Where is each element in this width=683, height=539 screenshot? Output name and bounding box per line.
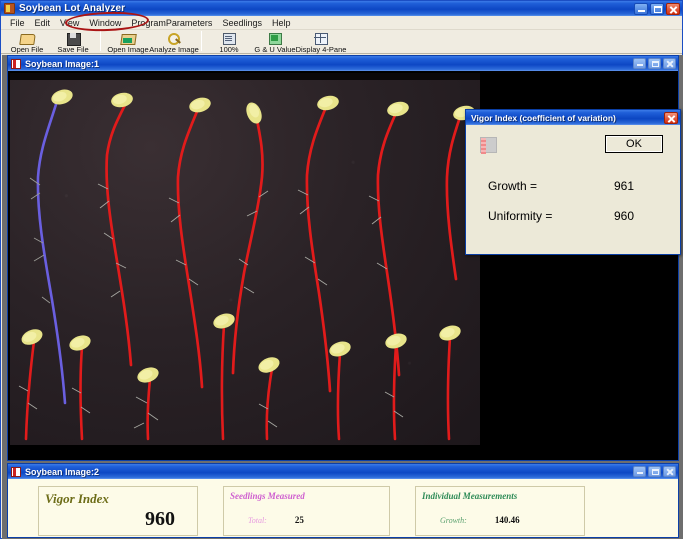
open-image-icon (120, 31, 136, 45)
menu-item-edit[interactable]: Edit (30, 16, 56, 30)
seedling-overlay (18, 86, 477, 441)
open-file-button[interactable]: Open File (4, 30, 50, 54)
toolbar-group-file: Open File Save File (4, 30, 96, 54)
individual-growth-label: Growth: (440, 516, 467, 525)
window-controls (634, 2, 680, 15)
seedling-photograph (10, 73, 480, 445)
menu-item-seedlings[interactable]: Seedlings (217, 16, 267, 30)
application-screenshot: Soybean Lot Analyzer File Edit View Wind… (0, 0, 683, 539)
menu-item-file[interactable]: File (5, 16, 30, 30)
toolbar-separator-2 (201, 31, 202, 51)
dialog-row-uniformity: Uniformity = 960 (488, 209, 668, 223)
open-image-button[interactable]: Open Image (105, 30, 151, 54)
menu-item-view[interactable]: View (55, 16, 84, 30)
dialog-titlebar[interactable]: Vigor Index (coefficient of variation) (466, 110, 680, 125)
close-button[interactable] (666, 2, 680, 15)
open-file-icon (19, 31, 35, 45)
display-4pane-button[interactable]: Display 4-Pane (295, 30, 347, 54)
analyze-image-icon (166, 31, 182, 45)
zoom-100-button[interactable]: 100% (206, 30, 252, 54)
save-file-button[interactable]: Save File (50, 30, 96, 54)
dialog-body: OK Growth = 961 Uniformity = 960 (466, 125, 680, 254)
vigor-index-dialog: Vigor Index (coefficient of variation) O… (465, 109, 681, 255)
uniformity-label: Uniformity = (488, 209, 553, 223)
results-panel: Vigor Index 960 Seedlings Measured Total… (8, 479, 678, 537)
open-file-label: Open File (10, 45, 44, 54)
menubar: File Edit View Window ProgramParameters … (1, 16, 682, 30)
zoom-100-label: 100% (219, 45, 239, 54)
results-window-minimize-button[interactable] (633, 466, 646, 477)
zoom-100-icon (221, 31, 237, 45)
results-window-title: Soybean Image:2 (25, 466, 100, 477)
analyze-image-button[interactable]: Analyze Image (149, 30, 199, 54)
image-window-maximize-button[interactable] (648, 58, 661, 69)
image-window-minimize-button[interactable] (633, 58, 646, 69)
vigor-index-card: Vigor Index 960 (38, 486, 198, 536)
dialog-title: Vigor Index (coefficient of variation) (471, 112, 616, 123)
image-window-controls (633, 58, 676, 69)
open-image-label: Open Image (107, 45, 149, 54)
analyze-image-label: Analyze Image (149, 45, 199, 54)
results-window-maximize-button[interactable] (648, 466, 661, 477)
dialog-close-icon[interactable] (664, 111, 678, 124)
image-window-close-button[interactable] (663, 58, 676, 69)
gu-value-button[interactable]: G & U Value (252, 30, 298, 54)
menu-item-window[interactable]: Window (84, 16, 126, 30)
seedlings-total-row: Total: 25 (248, 515, 304, 525)
individual-measurements-heading: Individual Measurements (422, 491, 518, 501)
individual-growth-value: 140.46 (494, 515, 520, 525)
dialog-row-growth: Growth = 961 (488, 179, 668, 193)
display-4pane-label: Display 4-Pane (295, 45, 347, 54)
dialog-thumbnail (480, 137, 497, 154)
growth-label: Growth = (488, 179, 538, 193)
gu-value-icon (267, 31, 283, 45)
display-4pane-icon (313, 31, 329, 45)
uniformity-value: 960 (614, 209, 635, 223)
app-icon (4, 3, 15, 14)
image-window-icon (11, 58, 21, 69)
vigor-index-heading: Vigor Index (45, 491, 109, 506)
growth-value: 961 (614, 179, 635, 193)
maximize-button[interactable] (650, 2, 664, 15)
window-title: Soybean Lot Analyzer (19, 3, 126, 14)
image-window-title: Soybean Image:1 (25, 58, 100, 69)
main-titlebar[interactable]: Soybean Lot Analyzer (1, 1, 682, 16)
save-file-icon (65, 31, 81, 46)
menu-item-programparameters[interactable]: ProgramParameters (126, 16, 217, 30)
toolbar-separator-1 (100, 31, 101, 51)
gu-value-label: G & U Value (254, 45, 296, 54)
save-file-label: Save File (57, 45, 89, 54)
results-window-titlebar[interactable]: Soybean Image:2 (8, 464, 678, 479)
seedlings-measured-card: Seedlings Measured Total: 25 (223, 486, 390, 536)
individual-measurements-card: Individual Measurements Growth: 140.46 (415, 486, 585, 536)
seedlings-total-value: 25 (294, 515, 304, 525)
toolbar-group-image: Open Image Analyze Image (105, 30, 199, 54)
results-window-icon (11, 466, 21, 477)
main-window: Soybean Lot Analyzer File Edit View Wind… (0, 0, 683, 539)
vigor-index-value: 960 (145, 508, 175, 530)
toolbar: Open File Save File Open Image Analyze I… (1, 30, 682, 54)
results-window-controls (633, 466, 676, 477)
seedlings-measured-heading: Seedlings Measured (230, 491, 305, 501)
individual-growth-row: Growth: 140.46 (440, 515, 520, 525)
seedlings-total-label: Total: (248, 516, 267, 525)
ok-button[interactable]: OK (605, 135, 663, 153)
toolbar-group-view: 100% G & U Value Display 4-Pane (206, 30, 347, 54)
results-window: Soybean Image:2 Vigor Index 960 Seedling… (7, 463, 679, 538)
menu-item-help[interactable]: Help (267, 16, 296, 30)
minimize-button[interactable] (634, 2, 648, 15)
image-window-titlebar[interactable]: Soybean Image:1 (8, 56, 678, 71)
results-window-close-button[interactable] (663, 466, 676, 477)
